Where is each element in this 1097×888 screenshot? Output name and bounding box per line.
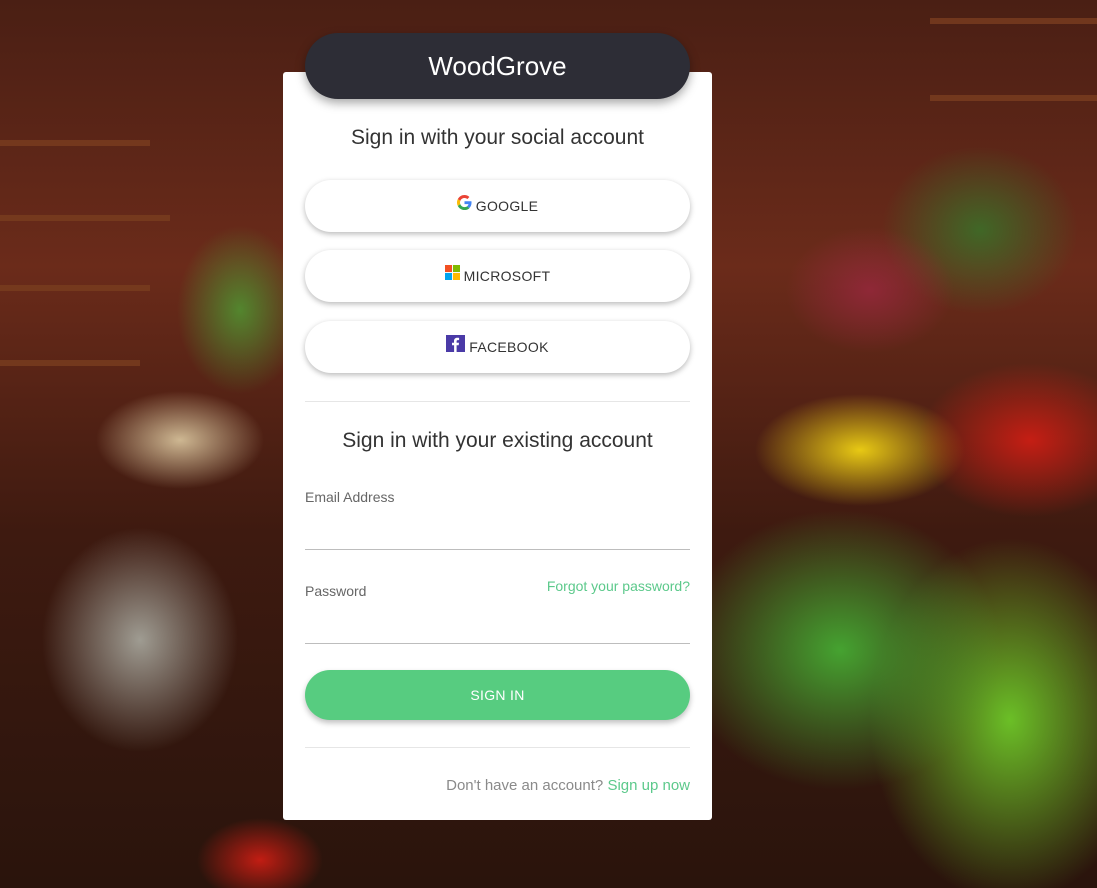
brand-header: WoodGrove (305, 33, 690, 99)
footer-divider (305, 747, 690, 748)
google-button[interactable]: GOOGLE (305, 180, 690, 232)
password-label: Password (305, 583, 367, 599)
password-field[interactable] (305, 613, 690, 644)
microsoft-button[interactable]: MICROSOFT (305, 250, 690, 302)
email-field[interactable] (305, 519, 690, 550)
forgot-password-link[interactable]: Forgot your password? (547, 578, 690, 594)
shelf-decoration (0, 140, 150, 146)
shelf-decoration (930, 18, 1097, 24)
section-divider (305, 401, 690, 402)
sign-in-button-label: SIGN IN (470, 687, 525, 703)
shelf-decoration (0, 215, 170, 221)
shelf-decoration (0, 285, 150, 291)
email-label: Email Address (305, 489, 395, 505)
facebook-button-label: FACEBOOK (469, 339, 549, 355)
brand-name: WoodGrove (428, 51, 567, 81)
google-button-label: GOOGLE (475, 198, 539, 214)
facebook-icon (446, 334, 466, 352)
shelf-decoration (930, 95, 1097, 101)
signup-prompt-text: Don't have an account? (446, 777, 604, 794)
facebook-button[interactable]: FACEBOOK (305, 321, 690, 373)
social-section-title: Sign in with your social account (351, 126, 644, 149)
sign-in-button[interactable]: SIGN IN (305, 670, 690, 720)
google-icon (456, 194, 472, 210)
sign-up-link[interactable]: Sign up now (607, 777, 690, 794)
shelf-decoration (0, 360, 140, 366)
microsoft-button-label: MICROSOFT (463, 268, 551, 284)
signup-prompt: Don't have an account? Sign up now (446, 777, 690, 794)
microsoft-icon (444, 264, 460, 280)
local-section-title: Sign in with your existing account (342, 429, 653, 452)
